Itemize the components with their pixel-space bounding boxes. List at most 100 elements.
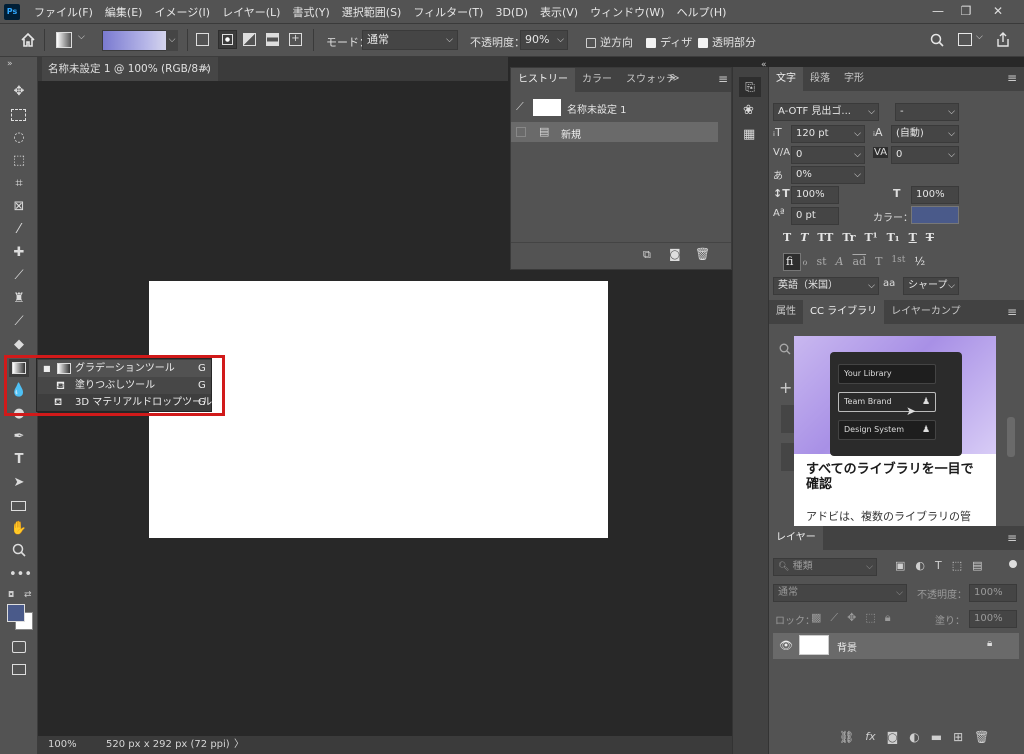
diamond-gradient-icon[interactable]: + [289,33,302,46]
foreground-color-swatch[interactable] [7,604,25,622]
tool-preset-icon[interactable] [56,32,72,48]
faux-italic-button[interactable]: T [800,231,808,244]
ordinals-button[interactable]: 1st [891,255,905,268]
eraser-tool-icon[interactable]: ◆ [9,336,29,354]
vertical-scale-field[interactable]: 100% [791,186,839,204]
status-arrow-icon[interactable]: 〉 [234,736,244,754]
stylistic-alternates-button[interactable]: ad [852,255,866,268]
tab-paragraph[interactable]: 段落 [803,67,837,91]
lock-position-icon[interactable]: ✥ [847,611,856,625]
restore-icon[interactable]: ❐ [952,0,980,22]
close-icon[interactable]: ✕ [984,0,1012,22]
tab-glyphs[interactable]: 字形 [837,67,871,91]
share-icon[interactable] [996,32,1010,47]
blend-mode-select[interactable]: 通常 ⌵ [773,584,907,602]
trash-icon[interactable]: 🗑 [974,730,989,744]
add-icon[interactable]: + [779,378,792,397]
text-color-swatch[interactable] [911,206,959,224]
hand-tool-icon[interactable]: ✋ [9,520,29,538]
panel-more-icon[interactable]: ≫ [669,73,679,84]
clone-stamp-tool-icon[interactable]: ♜ [9,290,29,308]
menu-item[interactable]: ウィンドウ(W) [590,4,664,20]
healing-brush-tool-icon[interactable]: ✚ [9,244,29,262]
titling-button[interactable]: T [875,255,882,268]
chevron-down-icon[interactable]: ⌵ [976,32,983,42]
frame-tool-icon[interactable]: ⊠ [9,198,29,216]
panel-menu-icon[interactable]: ≡ [1007,305,1017,319]
menu-item[interactable]: 3D(D) [495,6,528,19]
zoom-level[interactable]: 100% [48,736,77,754]
link-layers-icon[interactable]: ⛓ [839,730,854,744]
swash-button[interactable]: A [836,255,844,268]
underline-button[interactable]: T [909,231,917,244]
crop-tool-icon[interactable]: ⌗ [9,175,29,193]
panel-menu-icon[interactable]: ≡ [1007,71,1017,85]
new-group-icon[interactable]: ▬ [931,730,942,744]
horizontal-scale-field[interactable]: 100% [911,186,959,204]
panel-menu-icon[interactable]: ≡ [718,72,728,86]
brush-tool-icon[interactable]: ⟋ [9,267,29,285]
dither-checkbox[interactable]: ディザ [646,34,692,50]
font-style-select[interactable]: - ⌵ [895,103,959,121]
search-icon[interactable] [930,33,944,47]
tab-character[interactable]: 文字 [769,67,803,91]
3d-panel-icon[interactable]: ❀ [743,103,754,118]
home-icon[interactable] [20,32,36,48]
menu-item[interactable]: 書式(Y) [292,4,329,20]
kerning-field[interactable]: 0 ⌵ [791,146,865,164]
search-icon[interactable] [779,343,793,357]
zoom-tool-icon[interactable] [9,543,29,561]
fill-field[interactable]: 100% [969,610,1017,628]
transparency-checkbox[interactable]: 透明部分 [698,34,756,50]
new-layer-icon[interactable]: ⊞ [953,730,963,744]
reflected-gradient-icon[interactable] [266,33,279,46]
filter-toggle-icon[interactable] [1009,560,1017,568]
eyedropper-tool-icon[interactable]: ⁄ [9,221,29,239]
move-tool-icon[interactable]: ✥ [9,83,29,101]
quick-mask-icon[interactable] [9,638,29,656]
visibility-eye-icon[interactable]: 👁︎ [779,639,793,652]
antialias-select[interactable]: シャープ ⌵ [903,277,959,295]
default-colors-icon[interactable]: ◘ [8,590,14,599]
menu-item[interactable]: 選択範囲(S) [342,4,402,20]
strikethrough-button[interactable]: T [926,231,934,244]
filter-smart-object-icon[interactable]: ▤ [972,559,982,572]
filter-shape-icon[interactable]: ⬚ [952,559,962,572]
new-document-from-state-icon[interactable]: ⧉ [643,248,651,262]
trash-icon[interactable]: 🗑 [695,247,710,261]
all-caps-button[interactable]: TT [817,231,833,244]
menu-item[interactable]: ヘルプ(H) [677,4,727,20]
more-tools-icon[interactable]: ••• [9,566,32,584]
filter-pixel-icon[interactable]: ▣ [895,559,905,572]
menu-item[interactable]: フィルター(T) [413,4,483,20]
close-tab-icon[interactable]: × [201,57,210,81]
minimize-icon[interactable]: — [924,0,952,22]
history-panel-icon[interactable]: ⎘ [739,77,761,97]
fx-icon[interactable]: fx [865,730,875,744]
workspace-icon[interactable] [958,33,972,46]
marquee-tool-icon[interactable] [9,106,29,124]
lasso-tool-icon[interactable]: ◌ [9,129,29,147]
menu-item[interactable]: 編集(E) [105,4,143,20]
scrollbar-thumb[interactable] [1007,417,1015,457]
menu-item[interactable]: ファイル(F) [34,4,93,20]
object-selection-tool-icon[interactable]: ⬚ [9,152,29,170]
tab-cc-libraries[interactable]: CC ライブラリ [803,300,885,324]
collapse-icon[interactable]: » [7,59,13,69]
document-tab[interactable]: 名称未設定 1 @ 100% (RGB/8#) × [42,57,218,81]
history-source-checkbox[interactable] [516,127,526,137]
rectangle-tool-icon[interactable] [9,497,29,515]
menu-item[interactable]: 表示(V) [540,4,578,20]
panel-menu-icon[interactable]: ≡ [1007,531,1017,545]
menu-item[interactable]: イメージ(I) [154,4,210,20]
pen-tool-icon[interactable]: ✒ [9,428,29,446]
tab-layers[interactable]: レイヤー [769,526,823,550]
lock-transparent-icon[interactable]: ▩ [811,611,821,625]
subscript-button[interactable]: T₁ [887,231,900,244]
history-brush-tool-icon[interactable]: ⟋ [9,313,29,331]
table-icon[interactable]: ▦ [743,127,755,142]
tracking-field[interactable]: 0 ⌵ [891,146,959,164]
reverse-checkbox[interactable]: 逆方向 [586,34,633,50]
chevron-down-icon[interactable]: ⌵ [166,30,178,51]
ligatures-button[interactable]: fi [786,255,793,268]
